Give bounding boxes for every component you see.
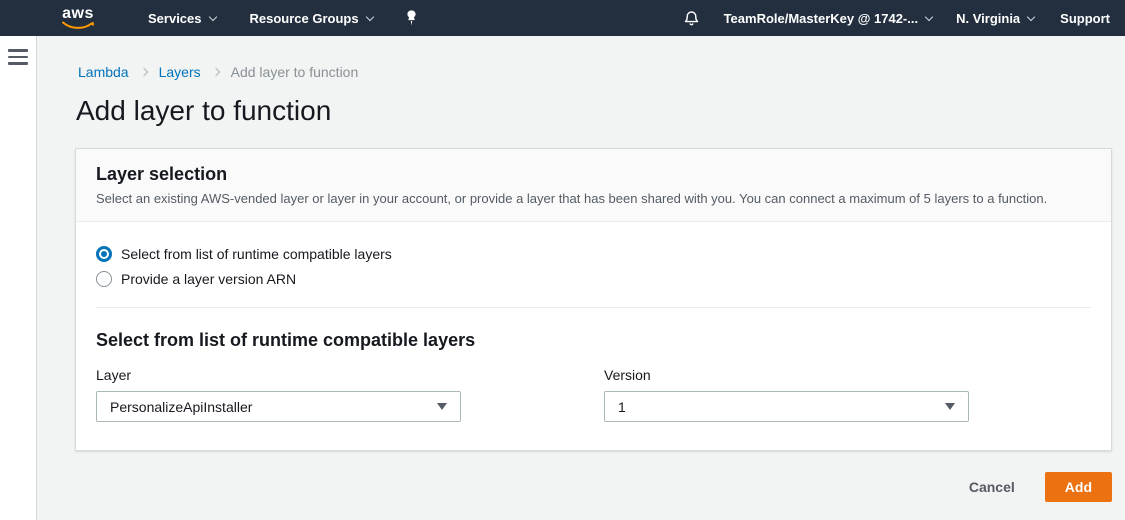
top-navigation-bar: aws Services Resource Groups T xyxy=(0,0,1125,36)
section-title: Select from list of runtime compatible l… xyxy=(96,330,1091,351)
cancel-button[interactable]: Cancel xyxy=(969,479,1015,495)
chevron-down-icon xyxy=(365,12,373,20)
chevron-right-icon xyxy=(139,68,147,76)
version-select[interactable]: 1 xyxy=(604,391,969,422)
nav-services-label: Services xyxy=(148,11,202,26)
version-field: Version 1 xyxy=(604,367,969,422)
pushpin-icon xyxy=(405,10,418,26)
version-select-value: 1 xyxy=(618,399,937,415)
radio-option-runtime-compatible[interactable]: Select from list of runtime compatible l… xyxy=(96,246,1091,262)
card-header: Layer selection Select an existing AWS-v… xyxy=(76,149,1111,222)
pin-shortcut-button[interactable] xyxy=(405,10,418,26)
aws-logo-text: aws xyxy=(62,7,94,21)
left-rail xyxy=(0,36,37,520)
nav-account-menu[interactable]: TeamRole/MasterKey @ 1742-... xyxy=(724,11,933,26)
nav-region-label: N. Virginia xyxy=(956,11,1020,26)
dropdown-arrow-icon xyxy=(437,403,447,410)
nav-support-label: Support xyxy=(1060,11,1110,26)
layer-select[interactable]: PersonalizeApiInstaller xyxy=(96,391,461,422)
radio-dot xyxy=(101,251,107,257)
notifications-button[interactable] xyxy=(683,9,700,27)
nav-resource-groups-menu[interactable]: Resource Groups xyxy=(250,11,373,26)
card-body: Select from list of runtime compatible l… xyxy=(76,222,1111,450)
radio-button-selected xyxy=(96,246,112,262)
main-content: Lambda Layers Add layer to function Add … xyxy=(37,36,1125,520)
chevron-right-icon xyxy=(211,68,219,76)
menu-icon[interactable] xyxy=(8,49,28,65)
page-shell: Lambda Layers Add layer to function Add … xyxy=(0,36,1125,520)
nav-services-menu[interactable]: Services xyxy=(148,11,216,26)
page-title: Add layer to function xyxy=(76,95,1112,127)
nav-right-group: TeamRole/MasterKey @ 1742-... N. Virgini… xyxy=(683,9,1110,27)
aws-smile-icon xyxy=(61,21,95,30)
nav-account-label: TeamRole/MasterKey @ 1742-... xyxy=(724,11,919,26)
dropdown-arrow-icon xyxy=(945,403,955,410)
add-button[interactable]: Add xyxy=(1045,472,1112,502)
form-row: Layer PersonalizeApiInstaller Version 1 xyxy=(96,367,1091,422)
layer-field-label: Layer xyxy=(96,367,461,383)
nav-support-menu[interactable]: Support xyxy=(1060,11,1110,26)
radio-label: Provide a layer version ARN xyxy=(121,271,296,287)
nav-resource-groups-label: Resource Groups xyxy=(250,11,359,26)
section-divider xyxy=(96,307,1091,308)
breadcrumb: Lambda Layers Add layer to function xyxy=(78,64,1112,80)
breadcrumb-layers-link[interactable]: Layers xyxy=(159,64,201,80)
breadcrumb-lambda-link[interactable]: Lambda xyxy=(78,64,129,80)
breadcrumb-current: Add layer to function xyxy=(231,64,359,80)
layer-selection-card: Layer selection Select an existing AWS-v… xyxy=(75,148,1112,451)
nav-left-group: Services Resource Groups xyxy=(98,10,418,26)
version-field-label: Version xyxy=(604,367,969,383)
chevron-down-icon xyxy=(925,12,933,20)
footer-actions: Cancel Add xyxy=(75,472,1112,502)
radio-button-unselected xyxy=(96,271,112,287)
card-description: Select an existing AWS-vended layer or l… xyxy=(96,191,1091,206)
chevron-down-icon xyxy=(208,12,216,20)
radio-label: Select from list of runtime compatible l… xyxy=(121,246,392,262)
bell-icon xyxy=(683,9,700,27)
chevron-down-icon xyxy=(1027,12,1035,20)
layer-select-value: PersonalizeApiInstaller xyxy=(110,399,429,415)
nav-region-menu[interactable]: N. Virginia xyxy=(956,11,1034,26)
layer-field: Layer PersonalizeApiInstaller xyxy=(96,367,461,422)
radio-option-layer-arn[interactable]: Provide a layer version ARN xyxy=(96,271,1091,287)
aws-logo[interactable]: aws xyxy=(58,7,98,30)
card-title: Layer selection xyxy=(96,164,1091,185)
